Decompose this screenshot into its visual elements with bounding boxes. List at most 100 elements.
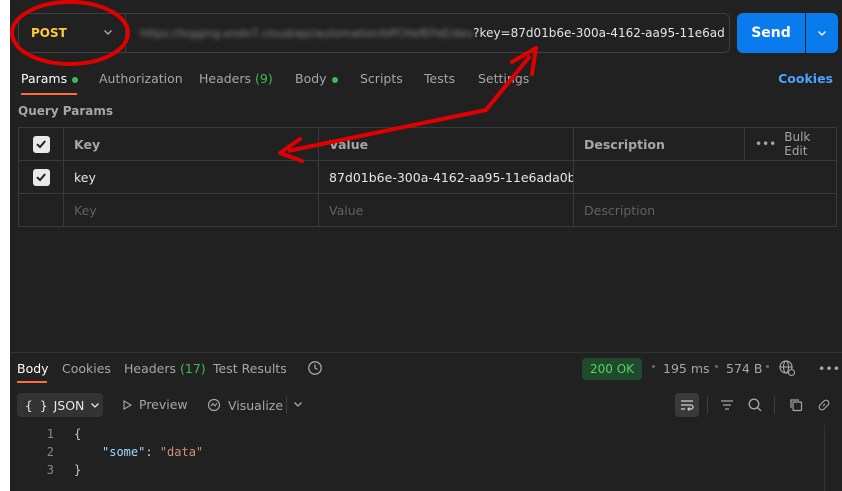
tab-headers[interactable]: Headers (9) xyxy=(199,71,273,86)
format-select[interactable]: { } JSON xyxy=(17,393,103,417)
check-icon xyxy=(36,173,46,182)
params-active-dot xyxy=(72,76,79,83)
line-number: 1 xyxy=(46,427,54,441)
tab-settings[interactable]: Settings xyxy=(478,71,529,86)
column-header-description: Description xyxy=(573,128,744,160)
chevron-down-icon xyxy=(91,403,100,408)
visualize-options-button[interactable] xyxy=(293,399,303,409)
active-tab-indicator xyxy=(21,93,77,95)
tab-params-label: Params xyxy=(21,71,68,86)
network-globe-icon[interactable] xyxy=(778,359,796,380)
tab-tests[interactable]: Tests xyxy=(424,71,455,86)
response-tab-headers-label: Headers xyxy=(124,361,177,376)
param-key-cell[interactable]: key xyxy=(63,161,318,193)
response-size[interactable]: 574 B xyxy=(726,361,762,376)
tab-body-label: Body xyxy=(295,71,327,86)
copy-button[interactable] xyxy=(784,393,808,417)
response-tab-cookies[interactable]: Cookies xyxy=(62,361,111,376)
url-base-blurred: https://logging.endo7.cloud/api/automati… xyxy=(140,26,474,40)
column-header-key: Key xyxy=(63,128,318,160)
wrap-lines-button[interactable] xyxy=(675,393,699,417)
tab-body[interactable]: Body xyxy=(295,71,338,86)
code-line: 2 "some": "data" xyxy=(10,445,822,463)
code-line: 3 } xyxy=(10,463,822,481)
response-time[interactable]: 195 ms xyxy=(663,361,710,376)
postman-app: POST https://logging.endo7.cloud/api/aut… xyxy=(10,0,842,491)
play-icon xyxy=(123,399,133,410)
code-line: 1 { xyxy=(10,427,822,445)
query-params-title: Query Params xyxy=(18,104,114,118)
visualize-icon xyxy=(207,398,221,412)
bulk-edit-label: Bulk Edit xyxy=(784,130,811,158)
tab-headers-label: Headers xyxy=(199,71,252,86)
select-all-cell xyxy=(19,128,63,160)
history-icon[interactable] xyxy=(306,359,324,380)
toolbar-divider xyxy=(774,396,775,414)
query-params-table: Key Value Description ••• Bulk Edit key … xyxy=(18,127,837,227)
copy-link-button[interactable] xyxy=(812,393,836,417)
url-query-string: ?key=87d01b6e-300a-4162-aa95-11e6ad xyxy=(473,26,725,40)
filter-button[interactable] xyxy=(715,393,739,417)
chevron-down-icon xyxy=(818,31,826,36)
select-all-checkbox[interactable] xyxy=(32,135,50,153)
response-tab-headers[interactable]: Headers (17) xyxy=(124,361,206,376)
response-headers-count: (17) xyxy=(180,361,206,376)
preview-button[interactable]: Preview xyxy=(121,397,188,412)
response-active-tab-indicator xyxy=(17,381,47,383)
send-options-button[interactable] xyxy=(806,13,838,53)
tab-scripts[interactable]: Scripts xyxy=(360,71,403,86)
send-button[interactable]: Send xyxy=(737,13,805,53)
chevron-down-icon xyxy=(294,402,302,407)
chevron-down-icon xyxy=(103,26,113,40)
meta-separator xyxy=(715,365,718,368)
preview-label: Preview xyxy=(139,397,188,412)
table-row: key 87d01b6e-300a-4162-aa95-11e6ada0b... xyxy=(19,161,836,194)
body-active-dot xyxy=(331,76,338,83)
wrap-lines-icon xyxy=(681,400,694,411)
code-minimap-scrollbar[interactable] xyxy=(824,425,842,491)
line-number: 3 xyxy=(46,463,54,477)
param-value-cell[interactable]: 87d01b6e-300a-4162-aa95-11e6ada0b... xyxy=(318,161,573,193)
tab-authorization[interactable]: Authorization xyxy=(99,71,183,86)
search-icon xyxy=(748,398,762,412)
more-options-icon: ••• xyxy=(755,137,777,151)
search-button[interactable] xyxy=(743,393,767,417)
column-header-value: Value xyxy=(318,128,573,160)
code-text: } xyxy=(74,463,82,477)
more-options-icon[interactable]: ••• xyxy=(818,361,840,376)
table-row-empty: Key Value Description xyxy=(19,194,836,227)
cookies-link[interactable]: Cookies xyxy=(778,71,833,86)
url-input[interactable]: https://logging.endo7.cloud/api/automati… xyxy=(126,13,730,53)
method-select[interactable]: POST xyxy=(18,13,126,53)
new-key-input[interactable]: Key xyxy=(63,194,318,226)
bulk-edit-button[interactable]: ••• Bulk Edit xyxy=(744,128,836,160)
response-tab-body[interactable]: Body xyxy=(17,361,49,376)
braces-icon: { } xyxy=(25,397,48,413)
toolbar-divider xyxy=(707,396,708,414)
code-text: { xyxy=(74,427,82,441)
method-label: POST xyxy=(31,26,67,40)
table-header-row: Key Value Description ••• Bulk Edit xyxy=(19,128,836,161)
new-description-input[interactable]: Description xyxy=(573,194,836,226)
check-icon xyxy=(36,140,46,149)
response-pane-divider[interactable] xyxy=(10,352,842,353)
response-tab-test-results[interactable]: Test Results xyxy=(213,361,287,376)
response-tabs: Body Cookies Headers (17) Test Results xyxy=(10,358,842,380)
json-key: "some" xyxy=(102,445,146,459)
tab-headers-count: (9) xyxy=(255,71,273,86)
meta-separator xyxy=(652,365,655,368)
visualize-button[interactable]: Visualize xyxy=(206,397,283,413)
request-tabs: Params Authorization Headers (9) Body Sc… xyxy=(10,66,842,94)
format-label: JSON xyxy=(53,397,85,413)
response-body-code[interactable]: 1 { 2 "some": "data" 3 } xyxy=(10,425,822,491)
tab-params[interactable]: Params xyxy=(21,71,79,86)
row-checkbox-cell xyxy=(19,161,63,193)
visualize-label: Visualize xyxy=(228,397,284,413)
code-text: "some": "data" xyxy=(102,445,204,459)
new-value-input[interactable]: Value xyxy=(318,194,573,226)
row-checkbox[interactable] xyxy=(32,168,50,186)
param-description-cell[interactable] xyxy=(573,161,836,193)
filter-icon xyxy=(721,400,733,410)
meta-separator xyxy=(766,365,769,368)
status-badge[interactable]: 200 OK xyxy=(582,358,642,380)
